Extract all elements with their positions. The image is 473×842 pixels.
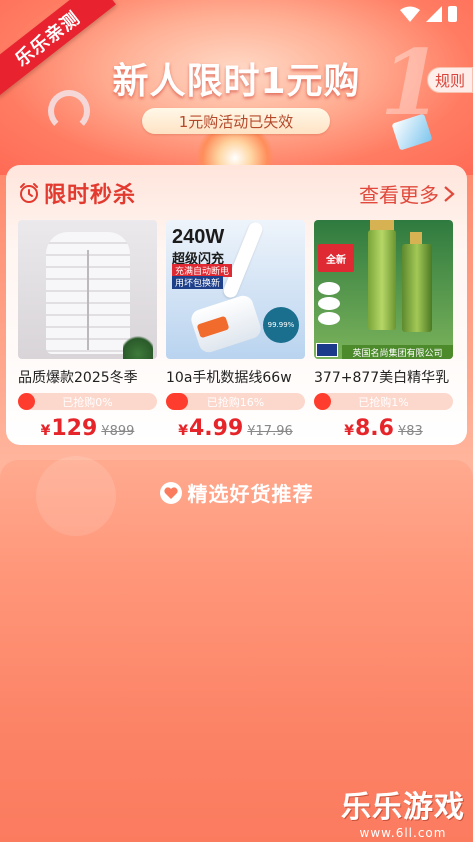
watermark-url: www.6ll.com — [359, 826, 447, 840]
product-list: 品质爆款2025冬季 已抢购0% ¥129 ¥899 240W 超级闪充 充满自… — [18, 220, 453, 441]
price-row: ¥129 ¥899 — [18, 416, 157, 441]
price-row: ¥8.6 ¥83 — [314, 416, 453, 441]
sale-price: ¥4.99 — [178, 416, 243, 441]
product-name: 品质爆款2025冬季 — [18, 370, 138, 386]
wifi-icon — [400, 6, 420, 22]
price-row: ¥4.99 ¥17.96 — [166, 416, 305, 441]
sale-price-value: 129 — [51, 416, 98, 441]
uk-flag-icon — [316, 343, 338, 357]
plant-graphic — [123, 333, 153, 359]
product-image-cable: 240W 超级闪充 充满自动断电 用坏包换新 99.99% — [166, 220, 305, 359]
product-card[interactable]: 全新 英国名尚集团有限公司 377+877美白精华乳 已抢购1% ¥8.6 ¥8… — [314, 220, 453, 441]
recommend-header: 精选好货推荐 — [0, 478, 473, 507]
battery-icon — [448, 6, 457, 22]
sale-price: ¥8.6 — [344, 416, 394, 441]
cable-headline: 240W — [172, 226, 225, 248]
heart-icon — [159, 481, 182, 504]
flash-sale-card: 限时秒杀 查看更多 品质爆款2025冬季 已抢购0% ¥129 ¥899 240… — [6, 165, 467, 445]
banner-title: 新人限时1元购 — [112, 61, 361, 102]
cable-tag-blue: 用坏包换新 — [172, 276, 224, 289]
chevron-right-icon — [444, 185, 455, 202]
sold-progress-bar: 已抢购16% — [166, 393, 305, 410]
bottle-graphic — [368, 230, 396, 330]
jacket-zip-graphic — [87, 250, 89, 350]
sold-progress-label: 已抢购16% — [206, 395, 265, 409]
rules-button[interactable]: 规则 — [427, 67, 473, 93]
brand-footer: 英国名尚集团有限公司 — [342, 345, 453, 359]
original-price: ¥17.96 — [247, 424, 293, 439]
currency-symbol: ¥ — [178, 423, 188, 439]
original-price: ¥83 — [397, 424, 423, 439]
sale-price-value: 4.99 — [188, 416, 244, 441]
cable-badge: 99.99% — [263, 307, 299, 343]
currency-symbol: ¥ — [40, 423, 51, 439]
product-image-serum: 全新 英国名尚集团有限公司 — [314, 220, 453, 359]
flash-sale-title: 限时秒杀 — [44, 183, 137, 208]
watermark-name: 乐乐游戏 — [341, 790, 465, 825]
original-price: ¥899 — [101, 424, 135, 439]
product-card[interactable]: 品质爆款2025冬季 已抢购0% ¥129 ¥899 — [18, 220, 157, 441]
sold-progress-label: 已抢购1% — [358, 395, 409, 409]
activity-expired-label: 1元购活动已失效 — [142, 108, 330, 134]
see-more-link[interactable]: 查看更多 — [359, 179, 455, 208]
product-image-jacket — [18, 220, 157, 359]
flash-sale-header: 限时秒杀 — [18, 177, 136, 209]
sale-price: ¥129 — [41, 416, 98, 441]
new-badge: 全新 — [318, 244, 354, 272]
feature-bubbles — [318, 282, 340, 325]
currency-symbol: ¥ — [344, 423, 354, 439]
bottle-graphic — [402, 244, 432, 332]
product-name: 10a手机数据线66w — [166, 370, 292, 386]
signal-icon — [426, 6, 442, 22]
sold-progress-bar: 已抢购1% — [314, 393, 453, 410]
sale-price-value: 8.6 — [354, 416, 394, 441]
recommend-title: 精选好货推荐 — [187, 482, 314, 506]
product-name: 377+877美白精华乳 — [314, 370, 450, 386]
cable-wire-graphic — [221, 220, 265, 300]
sold-progress-bar: 已抢购0% — [18, 393, 157, 410]
alarm-clock-icon — [20, 183, 38, 203]
page: 1 新人限时1元购 规则 1元购活动已失效 乐乐亲测 限时秒杀 查看更多 品质爆… — [0, 0, 473, 842]
status-bar — [400, 6, 457, 22]
watermark-logo: 乐乐游戏 www.6ll.com — [341, 782, 465, 840]
sold-progress-label: 已抢购0% — [62, 395, 113, 409]
see-more-label: 查看更多 — [359, 183, 439, 207]
product-card[interactable]: 240W 超级闪充 充满自动断电 用坏包换新 99.99% 10a手机数据线66… — [166, 220, 305, 441]
